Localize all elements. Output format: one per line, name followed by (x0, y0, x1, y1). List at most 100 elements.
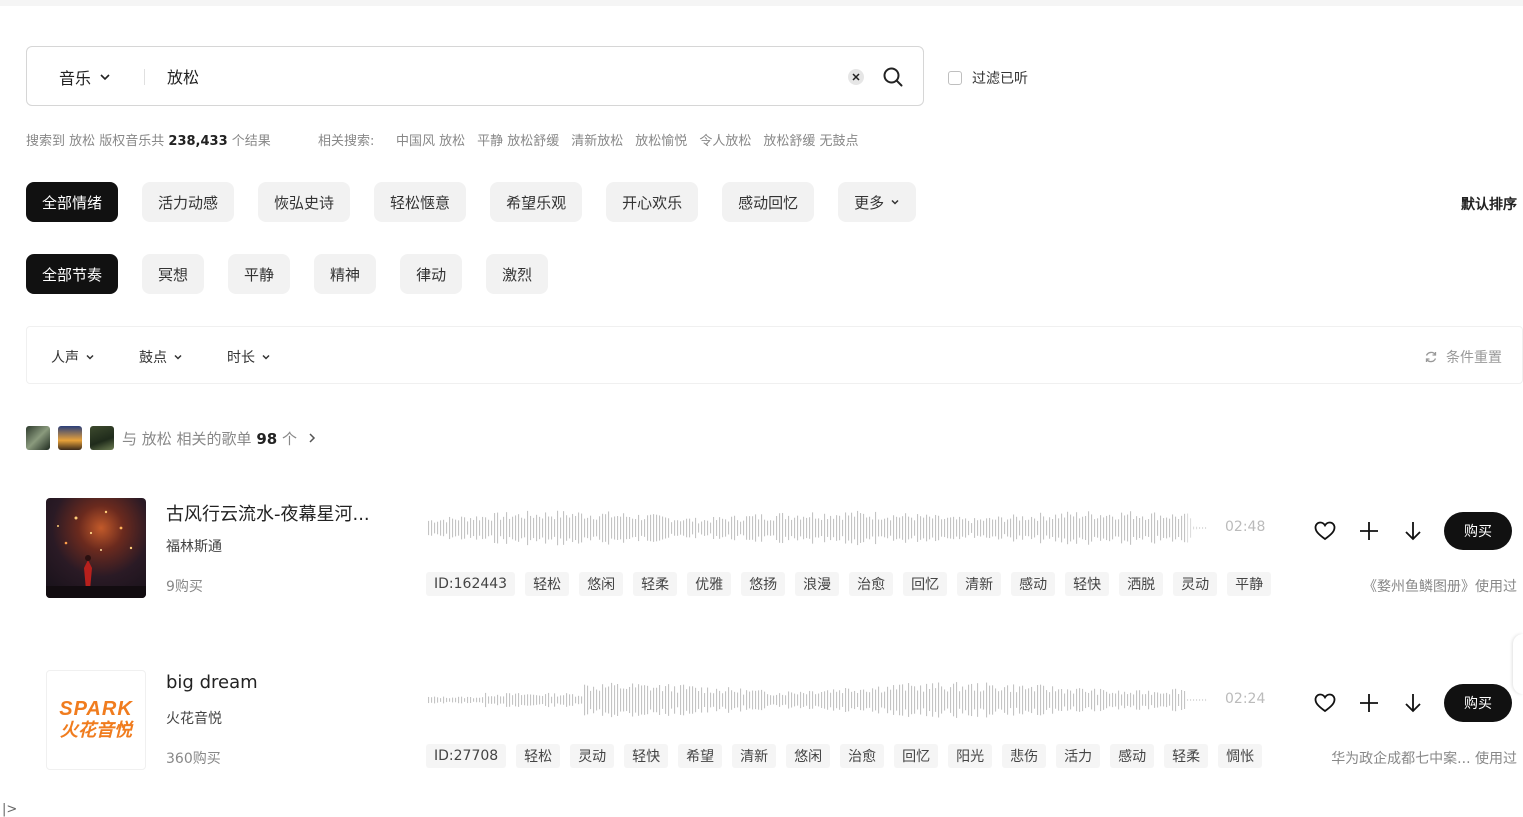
waveform-bar (1157, 692, 1159, 708)
track-title[interactable]: big dream (166, 672, 258, 693)
tag[interactable]: 希望 (678, 744, 723, 768)
tag[interactable]: 治愈 (840, 744, 885, 768)
tag[interactable]: 平静 (1227, 572, 1272, 596)
tag[interactable]: 悠闲 (579, 572, 624, 596)
tag[interactable]: 治愈 (849, 572, 894, 596)
related-search-item[interactable]: 中国风 放松 (396, 130, 465, 149)
usage-note[interactable]: 华为政企成都七中案... 使用过 (1331, 748, 1517, 768)
mood-chip[interactable]: 希望乐观 (490, 182, 583, 222)
rhythm-chip[interactable]: 律动 (400, 254, 463, 294)
related-search-item[interactable]: 令人放松 (699, 130, 751, 149)
reset-filters-button[interactable]: 条件重置 (1424, 347, 1502, 367)
download-button[interactable] (1400, 518, 1426, 544)
tag[interactable]: 清新 (957, 572, 1002, 596)
rhythm-chip-all[interactable]: 全部节奏 (26, 254, 119, 294)
tag[interactable]: 轻快 (1065, 572, 1110, 596)
tag[interactable]: 回忆 (894, 744, 939, 768)
download-button[interactable] (1400, 690, 1426, 716)
tag[interactable]: 轻柔 (1164, 744, 1209, 768)
usage-note[interactable]: 《婺州鱼鳞图册》使用过 (1363, 576, 1517, 596)
tag[interactable]: 优雅 (687, 572, 732, 596)
mood-chip[interactable]: 感动回忆 (722, 182, 815, 222)
side-drawer-handle[interactable] (1513, 634, 1523, 694)
track-artist[interactable]: 火花音悦 (166, 708, 222, 728)
track-artist[interactable]: 福林斯通 (166, 536, 222, 556)
tag[interactable]: 活力 (1056, 744, 1101, 768)
tag[interactable]: 轻柔 (633, 572, 678, 596)
mood-chip-all[interactable]: 全部情绪 (26, 182, 119, 222)
waveform-bar (881, 692, 883, 708)
favorite-button[interactable] (1312, 518, 1338, 544)
related-search-item[interactable]: 清新放松 (571, 130, 623, 149)
tag[interactable]: 惆怅 (1218, 744, 1263, 768)
rhythm-chip[interactable]: 精神 (314, 254, 377, 294)
track-row[interactable]: 古风行云流水-夜幕星河... 福林斯通 9购买 02:48 购买 ID:1624… (0, 498, 1523, 608)
mood-chip[interactable]: 开心欢乐 (606, 182, 699, 222)
vocal-filter[interactable]: 人声 (51, 347, 95, 367)
rhythm-chip[interactable]: 冥想 (142, 254, 205, 294)
waveform-bar (1166, 517, 1168, 539)
tag[interactable]: 轻松 (516, 744, 561, 768)
waveform-bar (974, 690, 976, 710)
add-button[interactable] (1356, 690, 1382, 716)
tag[interactable]: 悠闲 (786, 744, 831, 768)
waveform-bar (1133, 519, 1135, 537)
mood-chip[interactable]: 活力动感 (142, 182, 235, 222)
waveform-bar (986, 518, 988, 538)
related-search-item[interactable]: 放松舒缓 无鼓点 (763, 130, 858, 149)
clear-button[interactable] (848, 69, 864, 85)
tag[interactable]: 感动 (1110, 744, 1155, 768)
waveform-bar (1130, 511, 1132, 545)
waveform-bar (998, 691, 1000, 709)
waveform-bar (791, 692, 793, 708)
waveform-bar (668, 518, 670, 538)
filter-heard-checkbox[interactable] (948, 71, 962, 85)
tag[interactable]: 灵动 (570, 744, 615, 768)
buy-button[interactable]: 购买 (1444, 684, 1512, 722)
chevron-right-icon (309, 433, 316, 443)
waveform-bar (653, 514, 655, 542)
track-cover[interactable]: SPARK 火花音悦 (46, 670, 146, 770)
related-search-item[interactable]: 放松愉悦 (635, 130, 687, 149)
tag[interactable]: 灵动 (1173, 572, 1218, 596)
related-search-item[interactable]: 平静 放松舒缓 (477, 130, 559, 149)
favorite-button[interactable] (1312, 690, 1338, 716)
tag[interactable]: 轻快 (624, 744, 669, 768)
buy-button[interactable]: 购买 (1444, 512, 1512, 550)
tag[interactable]: 悠扬 (741, 572, 786, 596)
tag[interactable]: 清新 (732, 744, 777, 768)
drum-filter[interactable]: 鼓点 (139, 347, 183, 367)
more-moods-button[interactable]: 更多 (838, 182, 917, 222)
tag[interactable]: 悲伤 (1002, 744, 1047, 768)
filter-heard-toggle[interactable]: 过滤已听 (948, 68, 1028, 88)
sidebar-toggle[interactable]: |> (2, 802, 17, 817)
tag[interactable]: 回忆 (903, 572, 948, 596)
track-cover[interactable] (46, 498, 146, 598)
search-icon[interactable] (882, 66, 904, 88)
search-input[interactable]: 放松 (167, 64, 199, 88)
waveform[interactable] (426, 508, 1216, 548)
tag[interactable]: 洒脱 (1119, 572, 1164, 596)
track-title[interactable]: 古风行云流水-夜幕星河... (166, 500, 370, 526)
sort-select[interactable]: 默认排序 (1461, 194, 1517, 214)
related-playlists-link[interactable]: 与 放松 相关的歌单 98 个 (26, 426, 319, 450)
duration-filter[interactable]: 时长 (227, 347, 271, 367)
waveform-bar (1175, 688, 1177, 712)
tag[interactable]: 轻松 (525, 572, 570, 596)
tag[interactable]: 浪漫 (795, 572, 840, 596)
waveform-bar (842, 519, 844, 537)
rhythm-chip[interactable]: 平静 (228, 254, 291, 294)
waveform-bar (593, 519, 595, 537)
mood-chip[interactable]: 恢弘史诗 (258, 182, 351, 222)
track-row[interactable]: SPARK 火花音悦 big dream 火花音悦 360购买 02:24 购买… (0, 670, 1523, 780)
tag[interactable]: 感动 (1011, 572, 1056, 596)
add-button[interactable] (1356, 518, 1382, 544)
waveform[interactable] (426, 680, 1216, 720)
waveform-bar (728, 521, 730, 535)
rhythm-chip[interactable]: 激烈 (486, 254, 549, 294)
tag[interactable]: 阳光 (948, 744, 993, 768)
related-search-label: 相关搜索: (318, 134, 375, 149)
category-select[interactable]: 音乐 (59, 65, 111, 89)
mood-chip[interactable]: 轻松惬意 (374, 182, 467, 222)
waveform-bar (1019, 520, 1021, 536)
